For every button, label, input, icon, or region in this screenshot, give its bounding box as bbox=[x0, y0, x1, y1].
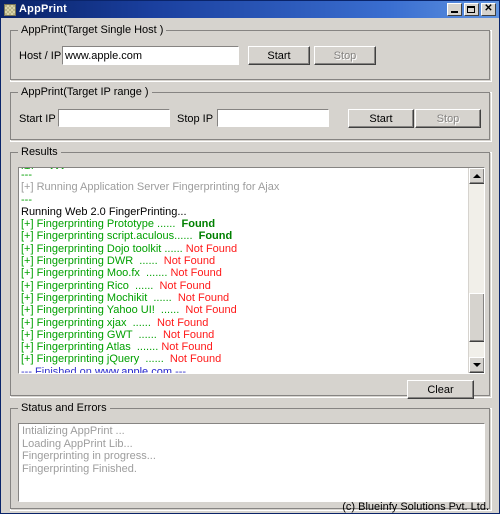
title-bar[interactable]: AppPrint ✕ bbox=[1, 1, 499, 18]
results-line: --- bbox=[21, 193, 32, 206]
results-line: [+] Fingerprinting Yahoo UI! ...... Not … bbox=[21, 304, 237, 317]
app-window: AppPrint ✕ AppPrint(Target Single Host )… bbox=[0, 0, 500, 514]
group-single-host-title: AppPrint(Target Single Host ) bbox=[18, 24, 167, 36]
results-textarea[interactable]: [+] ... xxx ... ...---[+] Running Applic… bbox=[18, 167, 485, 374]
maximize-button[interactable] bbox=[464, 3, 479, 16]
group-ip-range-title: AppPrint(Target IP range ) bbox=[18, 86, 152, 98]
results-line: --- bbox=[21, 169, 32, 181]
results-line: [+] Fingerprinting Moo.fx ....... Not Fo… bbox=[21, 267, 222, 280]
group-results-title: Results bbox=[18, 146, 61, 158]
window-title: AppPrint bbox=[19, 3, 68, 15]
host-ip-value: www.apple.com bbox=[65, 49, 143, 62]
stop-ip-label: Stop IP bbox=[177, 113, 214, 125]
status-line: Loading AppPrint Lib... bbox=[22, 437, 133, 450]
results-line: --- Finished on www.apple.com --- bbox=[21, 366, 466, 373]
minimize-button[interactable] bbox=[447, 3, 462, 16]
results-line: Running Web 2.0 FingerPrinting... bbox=[21, 205, 187, 218]
results-line: [+] Fingerprinting DWR ...... Not Found bbox=[21, 255, 216, 268]
window-controls: ✕ bbox=[447, 3, 497, 16]
results-line: [+] Fingerprinting Atlas ....... Not Fou… bbox=[21, 341, 213, 354]
start-single-button[interactable]: Start bbox=[248, 46, 310, 65]
group-status-errors: Status and Errors Intializing AppPrint .… bbox=[10, 402, 492, 511]
host-ip-input[interactable]: www.apple.com bbox=[62, 46, 239, 65]
status-text: Intializing AppPrint ... Loading AppPrint… bbox=[22, 425, 481, 475]
scrollbar-thumb[interactable] bbox=[469, 293, 484, 342]
start-range-button[interactable]: Start bbox=[348, 109, 414, 128]
start-ip-input[interactable] bbox=[58, 109, 170, 127]
close-icon[interactable]: ✕ bbox=[481, 3, 496, 16]
status-textarea[interactable]: Intializing AppPrint ... Loading AppPrint… bbox=[18, 423, 485, 502]
result-link[interactable]: www.apple.com bbox=[95, 366, 172, 373]
status-line: Fingerprinting in progress... bbox=[22, 450, 156, 462]
scroll-down-icon[interactable] bbox=[469, 357, 484, 373]
results-line: [+] Fingerprinting Dojo toolkit ...... N… bbox=[21, 242, 238, 255]
host-ip-label: Host / IP bbox=[19, 50, 62, 62]
stop-single-button[interactable]: Stop bbox=[314, 46, 376, 65]
results-line: [+] Fingerprinting Mochikit ...... Not F… bbox=[21, 291, 230, 304]
group-ip-range: AppPrint(Target IP range ) Start IP Stop… bbox=[10, 86, 492, 142]
results-line: [+] Fingerprinting script.aculous...... … bbox=[21, 230, 233, 243]
clear-button[interactable]: Clear bbox=[407, 380, 474, 399]
stop-ip-input[interactable] bbox=[217, 109, 329, 127]
scroll-up-icon[interactable] bbox=[469, 168, 484, 184]
stop-range-button[interactable]: Stop bbox=[415, 109, 481, 128]
group-single-host: AppPrint(Target Single Host ) Host / IP … bbox=[10, 24, 492, 82]
results-line: [+] Fingerprinting GWT ...... Not Found bbox=[21, 328, 215, 341]
results-line: [+] Fingerprinting xjax ...... Not Found bbox=[21, 316, 209, 329]
status-line: Intializing AppPrint ... bbox=[22, 425, 125, 437]
results-line: [+] Fingerprinting Rico ...... Not Found bbox=[21, 279, 211, 292]
status-line: Fingerprinting Finished. bbox=[22, 462, 137, 475]
app-checker-icon bbox=[4, 3, 16, 16]
start-ip-label: Start IP bbox=[19, 113, 56, 125]
group-status-title: Status and Errors bbox=[18, 402, 110, 414]
results-line: [+] Running Application Server Fingerpri… bbox=[21, 181, 280, 194]
results-line: [+] Fingerprinting jQuery ...... Not Fou… bbox=[21, 353, 222, 366]
results-text: [+] ... xxx ... ...---[+] Running Applic… bbox=[21, 168, 466, 373]
group-results: Results [+] ... xxx ... ...---[+] Runnin… bbox=[10, 146, 492, 399]
client-area: AppPrint(Target Single Host ) Host / IP … bbox=[1, 18, 499, 513]
results-scrollbar[interactable] bbox=[468, 168, 484, 373]
copyright-label: (c) Blueinfy Solutions Pvt. Ltd. bbox=[342, 501, 489, 513]
results-line: [+] Fingerprinting Prototype ...... Foun… bbox=[21, 218, 216, 231]
